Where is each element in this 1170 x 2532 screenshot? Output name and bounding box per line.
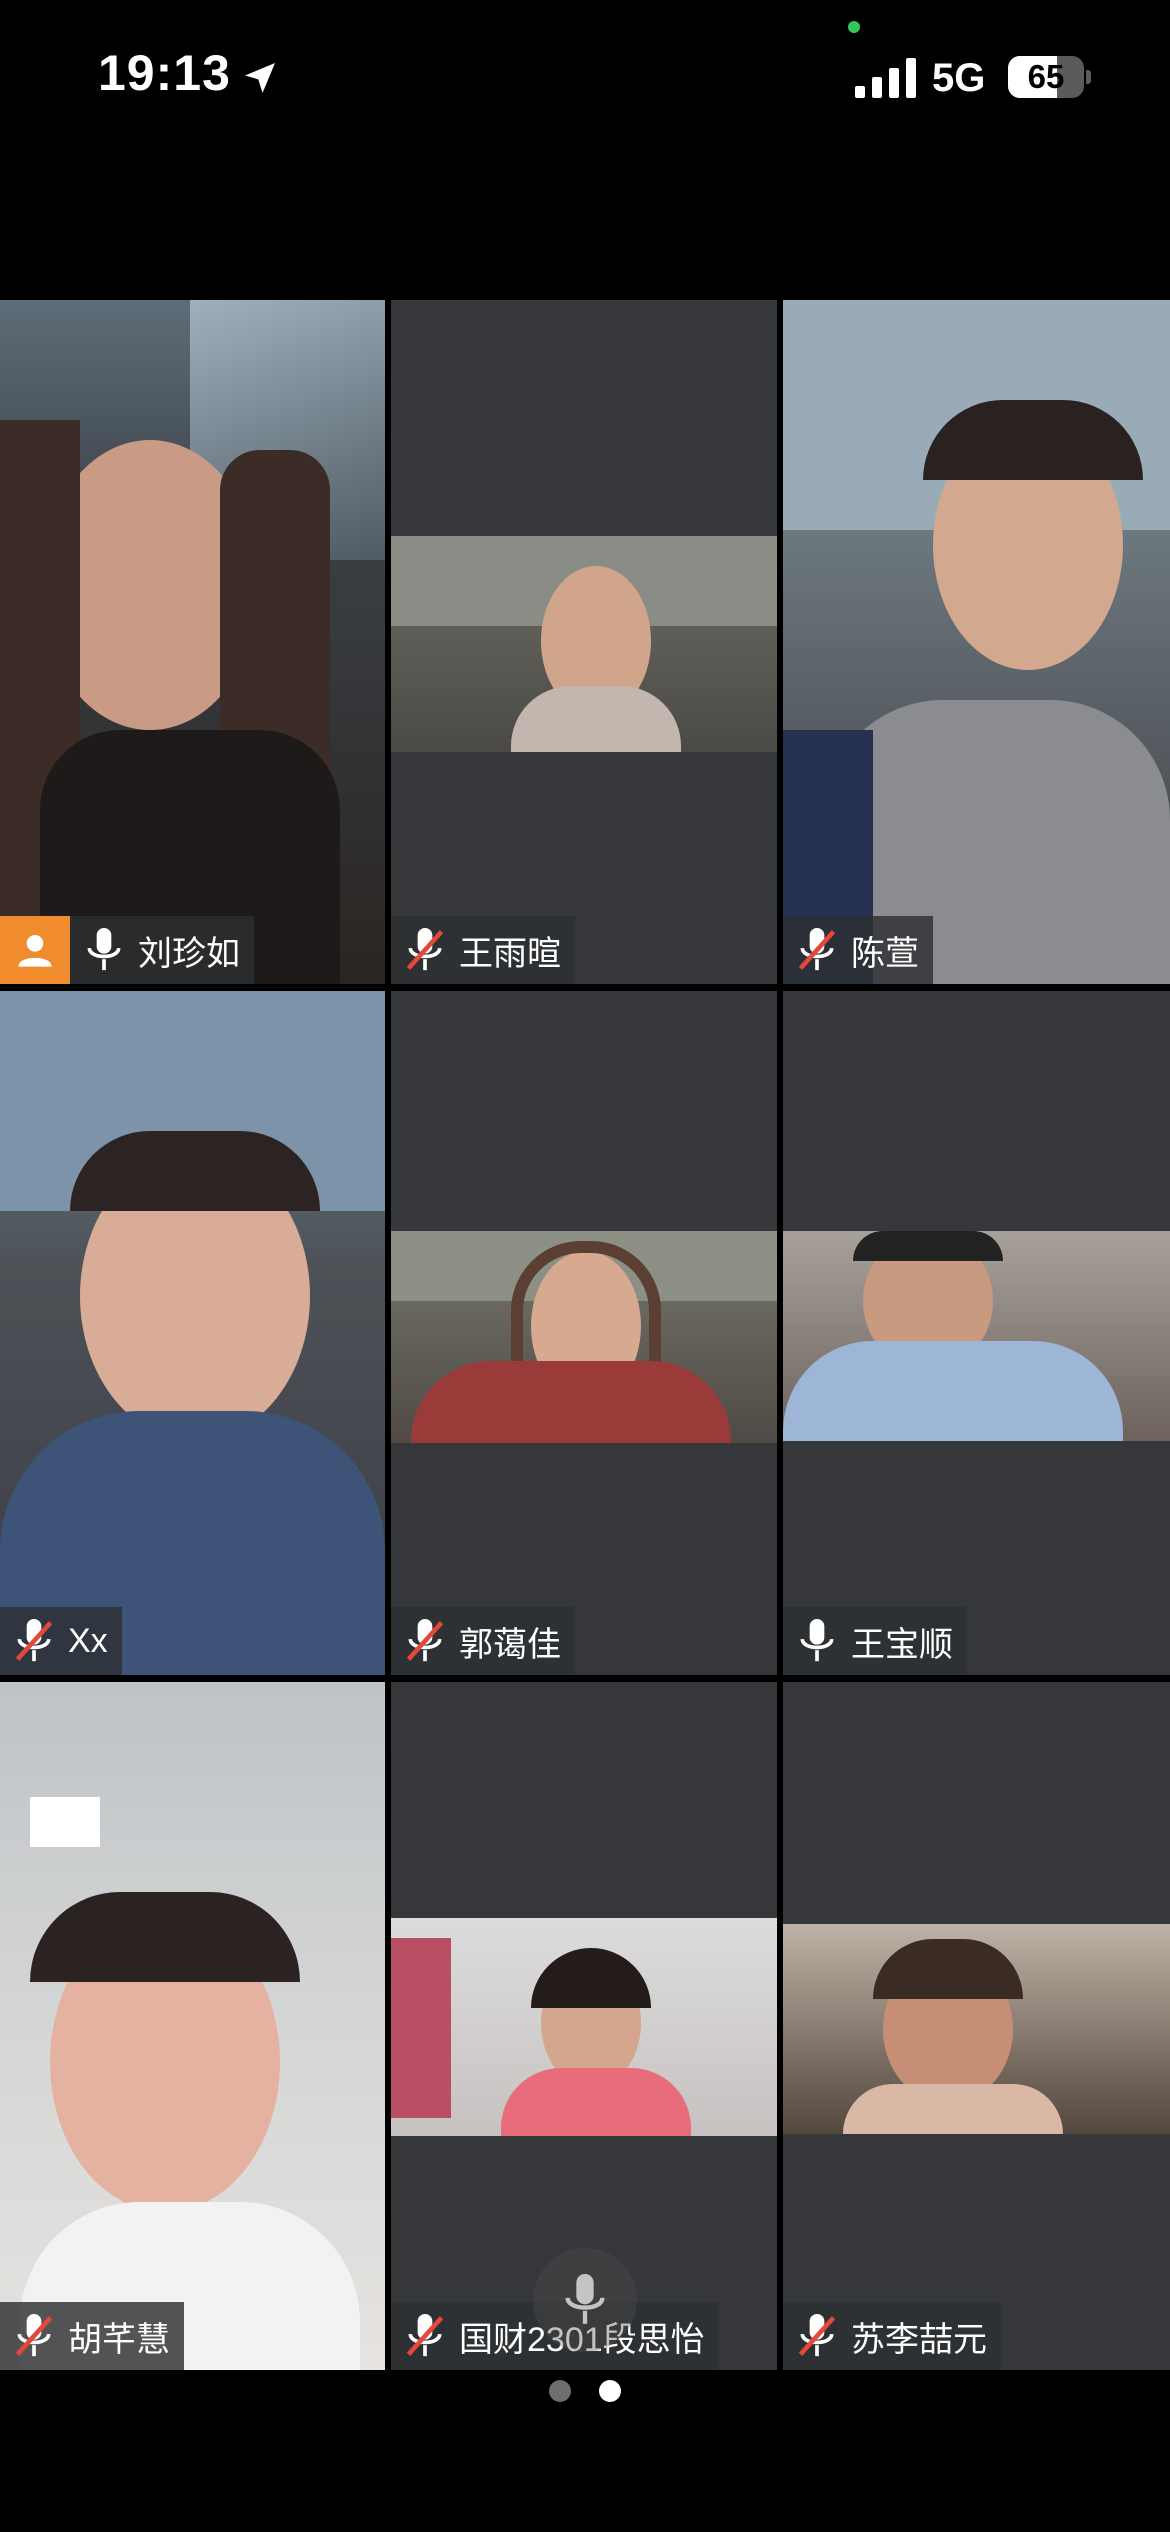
- location-arrow-icon: [245, 63, 275, 93]
- participant-tile[interactable]: 郭蔼佳: [391, 991, 777, 1675]
- participant-name-bar: 王宝顺: [783, 1607, 967, 1675]
- participant-tile[interactable]: 苏李喆元: [783, 1682, 1170, 2370]
- video-feed: [0, 1682, 385, 2370]
- video-feed: [0, 991, 385, 1675]
- status-bar: 19:13 5G 65: [0, 0, 1170, 150]
- participant-name: 刘珍如: [138, 934, 240, 973]
- participant-tile[interactable]: 陈萱: [783, 300, 1170, 984]
- person-icon: [18, 935, 52, 967]
- camera-in-use-indicator: [848, 21, 860, 33]
- participant-name: 王宝顺: [851, 1625, 953, 1664]
- participant-name: Xx: [68, 1621, 108, 1660]
- network-type: 5G: [932, 56, 986, 100]
- microphone-muted-icon: [15, 1619, 53, 1662]
- microphone-muted-icon: [798, 928, 836, 971]
- video-feed: [783, 1231, 1170, 1441]
- participant-tile[interactable]: 王宝顺: [783, 991, 1170, 1675]
- page-dot-2[interactable]: [599, 2380, 621, 2402]
- microphone-muted-icon: [798, 2314, 836, 2357]
- video-feed: [391, 1918, 777, 2136]
- participant-tile[interactable]: 刘珍如: [0, 300, 385, 984]
- participant-name-bar: 刘珍如: [0, 916, 254, 984]
- microphone-icon: [565, 2274, 605, 2324]
- video-feed: [391, 1231, 777, 1443]
- status-time: 19:13: [98, 45, 231, 101]
- floating-mic-button[interactable]: [533, 2248, 637, 2352]
- participant-name-bar: 胡芊慧: [0, 2302, 184, 2370]
- microphone-muted-icon: [406, 928, 444, 971]
- host-badge: [0, 916, 70, 984]
- participant-tile[interactable]: 王雨暄: [391, 300, 777, 984]
- microphone-muted-icon: [406, 1619, 444, 1662]
- microphone-icon: [87, 928, 121, 971]
- participant-tile[interactable]: Xx: [0, 991, 385, 1675]
- participant-name: 王雨暄: [459, 934, 561, 973]
- participant-name: 胡芊慧: [68, 2320, 170, 2359]
- microphone-muted-icon: [15, 2314, 53, 2357]
- participant-name: 陈萱: [851, 934, 919, 973]
- video-feed: [783, 300, 1170, 984]
- video-feed: [783, 1924, 1170, 2134]
- video-feed: [0, 300, 385, 984]
- battery-icon: 65: [1008, 56, 1091, 98]
- microphone-icon: [800, 1619, 834, 1662]
- participant-name-bar: 王雨暄: [391, 916, 575, 984]
- video-feed: [391, 536, 777, 752]
- participant-name-bar: 郭蔼佳: [391, 1607, 575, 1675]
- participant-name-bar: 苏李喆元: [783, 2302, 1001, 2370]
- participant-name: 郭蔼佳: [459, 1625, 561, 1664]
- participant-grid: 刘珍如 王雨暄 陈萱 Xx 郭蔼佳 王宝顺 胡芊慧 国财2301段思怡 苏李喆元: [0, 300, 1170, 2370]
- page-indicator[interactable]: [0, 2380, 1170, 2410]
- meeting-screen: 19:13 5G 65 刘珍如 王雨暄 陈萱 Xx 郭蔼佳 王宝顺 胡芊慧 国财…: [0, 0, 1170, 2532]
- microphone-muted-icon: [406, 2314, 444, 2357]
- participant-name: 苏李喆元: [851, 2320, 987, 2359]
- participant-name-bar: Xx: [0, 1607, 122, 1675]
- participant-name-bar: 陈萱: [783, 916, 933, 984]
- page-dot-1[interactable]: [549, 2380, 571, 2402]
- cellular-signal-icon: [855, 58, 916, 98]
- participant-tile[interactable]: 胡芊慧: [0, 1682, 385, 2370]
- battery-percent: 65: [1027, 58, 1065, 95]
